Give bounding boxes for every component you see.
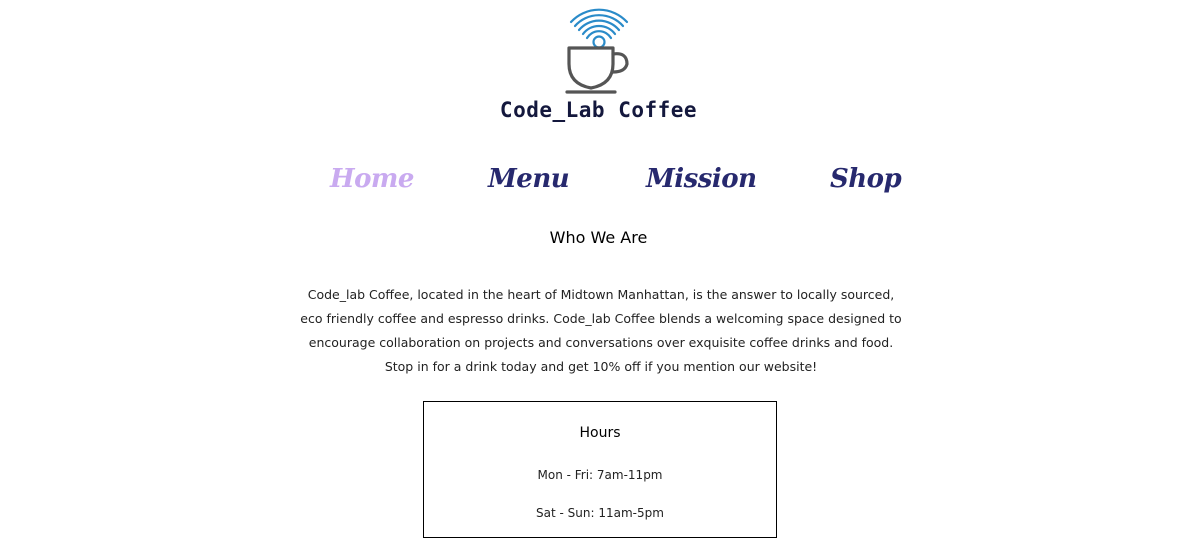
main-nav: Home Menu Mission Shop [0,164,1197,208]
about-line: Code_lab Coffee, located in the heart of… [307,286,895,302]
hours-weekday: Mon - Fri: 7am-11pm [537,468,663,482]
hours-title: Hours [579,425,621,441]
nav-link-home[interactable]: Home [330,164,414,194]
about-paragraph: Code_lab Coffee, located in the heart of… [300,283,902,379]
brand-name: Code_Lab Coffee [499,98,698,122]
coffee-cup-wifi-icon [564,8,629,94]
hours-weekend: Sat - Sun: 11am-5pm [536,506,664,520]
about-line: eco friendly coffee and espresso drinks.… [300,310,902,326]
about-line: encourage collaboration on projects and … [308,334,894,350]
nav-link-menu[interactable]: Menu [488,164,570,194]
nav-link-mission[interactable]: Mission [646,164,757,194]
nav-link-shop[interactable]: Shop [830,164,902,194]
logo[interactable] [0,8,1197,98]
about-line: Stop in for a drink today and get 10% of… [384,358,818,374]
about-title: Who We Are [549,228,648,247]
hours-box: Hours Mon - Fri: 7am-11pm Sat - Sun: 11a… [423,401,777,538]
